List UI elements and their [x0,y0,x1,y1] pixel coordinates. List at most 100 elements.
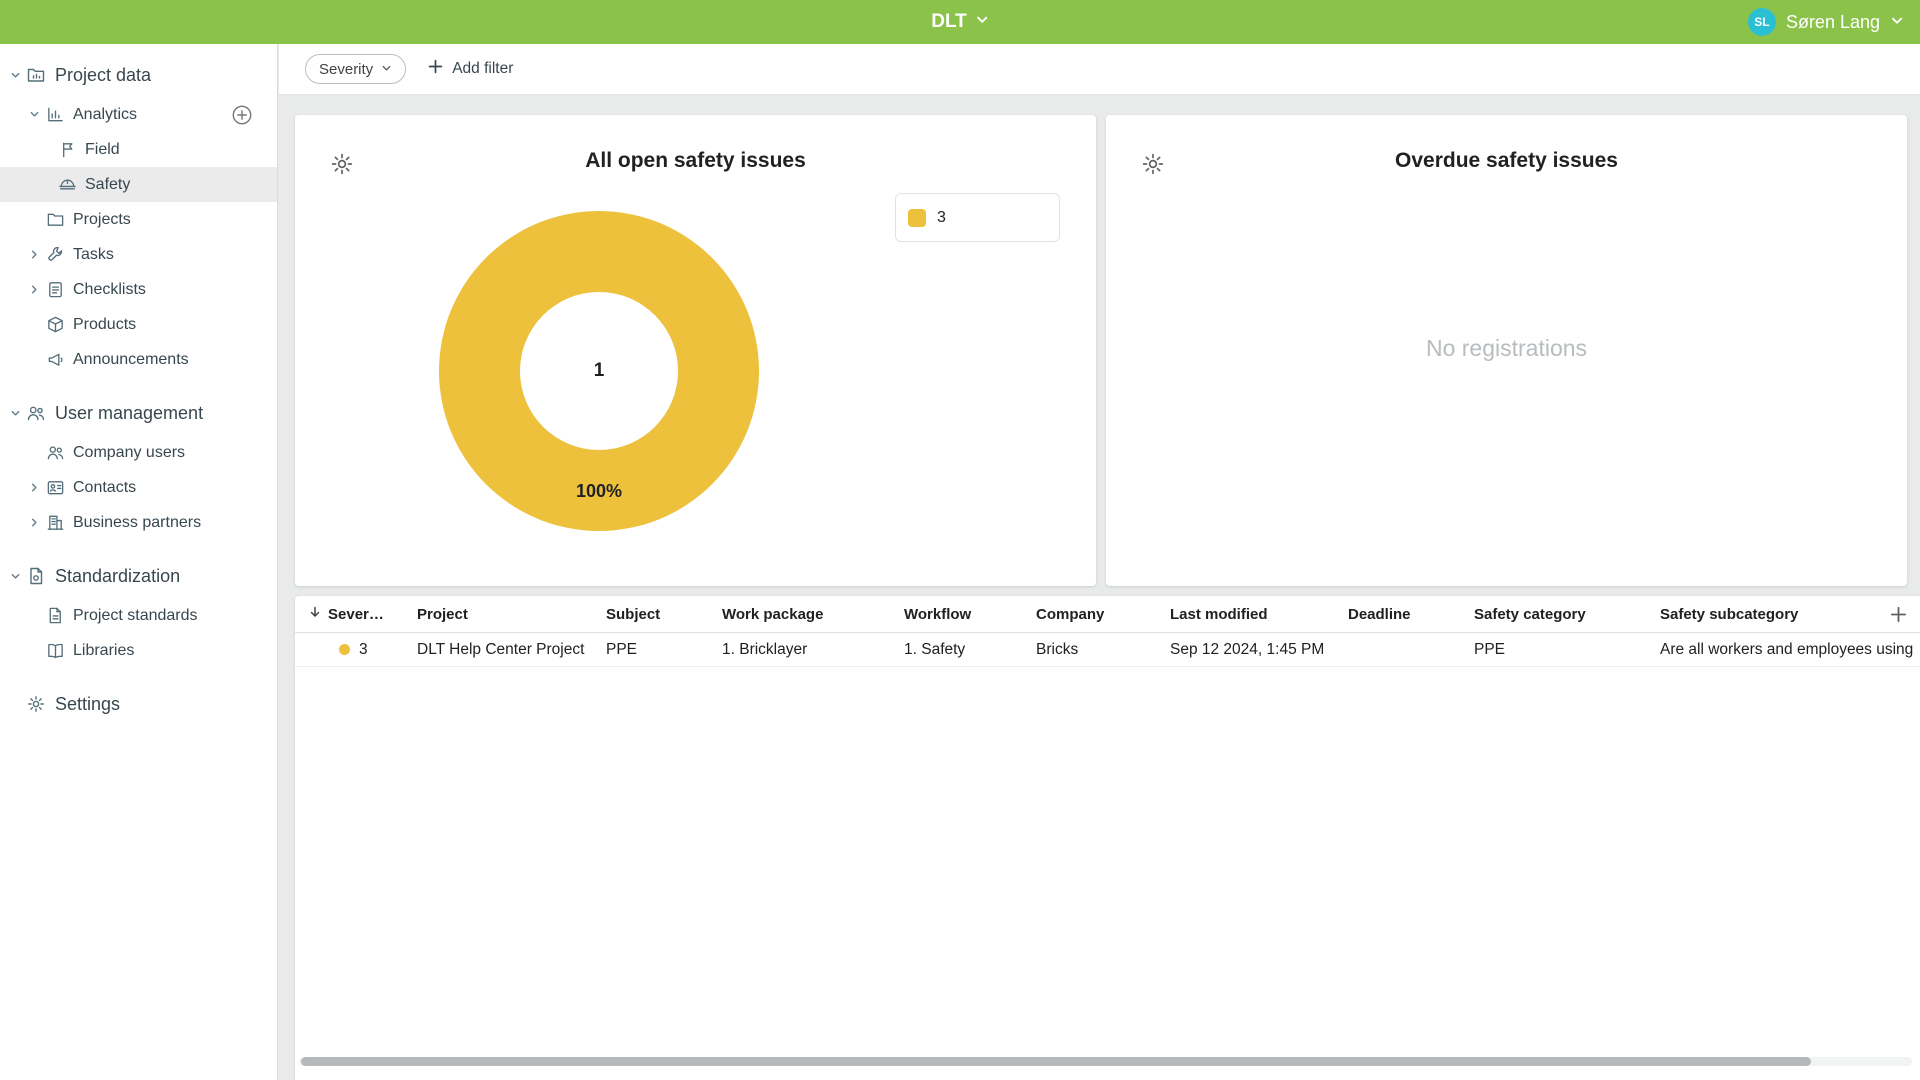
sidebar-item-label: Tasks [73,246,114,264]
cell-subject: PPE [606,641,722,659]
legend-swatch [908,209,926,227]
sidebar-item-project-standards[interactable]: Project standards [0,598,277,633]
table-row[interactable]: 3 DLT Help Center Project PPE 1. Brickla… [295,633,1920,667]
chevron-down-icon [975,11,989,33]
gear-icon[interactable] [1140,151,1166,177]
sort-desc-icon [308,605,322,623]
sidebar-item-label: Field [85,141,120,159]
col-header-project[interactable]: Project [417,606,606,623]
sidebar-item-label: Business partners [73,514,201,532]
chart-legend-item[interactable]: 3 [895,193,1060,242]
dashboard-cards: All open safety issues 3 1 100% Overdue … [279,95,1920,586]
avatar: SL [1748,8,1776,36]
users-icon [46,443,65,462]
add-column-button[interactable] [1876,606,1920,623]
chevron-right-icon [28,482,41,493]
megaphone-icon [46,350,65,369]
sidebar-section-label: Standardization [55,566,180,587]
sidebar-item-business-partners[interactable]: Business partners [0,505,277,540]
sidebar-item-settings[interactable]: Settings [0,682,277,726]
sidebar-item-tasks[interactable]: Tasks [0,237,277,272]
sidebar-item-label: Contacts [73,479,136,497]
horizontal-scrollbar-thumb[interactable] [301,1057,1811,1066]
cell-severity: 3 [295,641,417,659]
sidebar-item-label: Company users [73,444,185,462]
severity-dot [339,644,350,655]
chevron-down-icon [381,61,392,78]
sidebar-item-contacts[interactable]: Contacts [0,470,277,505]
severity-filter-label: Severity [319,61,373,78]
col-header-subject[interactable]: Subject [606,606,722,623]
cell-workflow: 1. Safety [904,641,1036,659]
sidebar-item-analytics[interactable]: Analytics [0,97,277,132]
cell-work-package: 1. Bricklayer [722,641,904,659]
add-filter-button[interactable]: Add filter [428,59,513,79]
col-header-last-modified[interactable]: Last modified [1170,606,1348,623]
legend-value: 3 [937,209,946,227]
building-icon [46,513,65,532]
sidebar-section-user-management[interactable]: User management [0,391,277,435]
sidebar-section-project-data[interactable]: Project data [0,53,277,97]
add-dashboard-button[interactable] [231,104,253,126]
box-icon [46,315,65,334]
book-icon [46,641,65,660]
safety-helmet-icon [58,175,77,194]
table-header-row: Sever… Project Subject Work package Work… [295,596,1920,633]
sidebar-item-label: Settings [55,694,120,715]
sidebar-section-standardization[interactable]: Standardization [0,554,277,598]
analytics-chart-icon [46,105,65,124]
col-header-deadline[interactable]: Deadline [1348,606,1474,623]
donut-center-value: 1 [520,292,678,450]
checklist-icon [46,280,65,299]
sidebar-item-label: Checklists [73,281,146,299]
sidebar-item-projects[interactable]: Projects [0,202,277,237]
cell-company: Bricks [1036,641,1170,659]
user-menu[interactable]: SL Søren Lang [1748,0,1904,44]
document-gear-icon [26,566,46,586]
cell-safety-subcategory: Are all workers and employees using [1660,641,1920,659]
wrench-icon [46,245,65,264]
sidebar-item-label: Products [73,316,136,334]
col-header-severity[interactable]: Sever… [295,605,417,623]
sidebar-item-field[interactable]: Field [0,132,277,167]
col-header-safety-subcategory[interactable]: Safety subcategory [1660,606,1876,623]
col-header-safety-category[interactable]: Safety category [1474,606,1660,623]
horizontal-scrollbar-track[interactable] [299,1057,1912,1066]
plus-icon [428,59,443,79]
gear-icon [26,694,46,714]
user-name: Søren Lang [1786,12,1880,33]
chevron-down-icon [28,109,41,120]
gear-icon[interactable] [329,151,355,177]
col-header-work-package[interactable]: Work package [722,606,904,623]
sidebar-section-label: User management [55,403,203,424]
chevron-down-icon [9,571,21,582]
col-header-company[interactable]: Company [1036,606,1170,623]
col-header-workflow[interactable]: Workflow [904,606,1036,623]
main-content: Severity Add filter All open safety issu… [279,44,1920,1080]
topbar: DLT SL Søren Lang [0,0,1920,44]
severity-filter-chip[interactable]: Severity [305,54,406,84]
sidebar-item-safety[interactable]: Safety [0,167,277,202]
contact-card-icon [46,478,65,497]
donut-percent-label: 100% [576,481,622,502]
sidebar-item-label: Projects [73,211,131,229]
sidebar-item-company-users[interactable]: Company users [0,435,277,470]
donut-segment-severity-3[interactable]: 1 100% [439,211,759,531]
sidebar: Project data Analytics Field Safety Proj… [0,44,278,1080]
document-icon [46,606,65,625]
card-all-open-safety-issues: All open safety issues 3 1 100% [295,115,1096,586]
sidebar-item-libraries[interactable]: Libraries [0,633,277,668]
chevron-right-icon [28,517,41,528]
sidebar-item-label: Analytics [73,106,137,124]
folder-icon [46,210,65,229]
safety-issues-table: Sever… Project Subject Work package Work… [295,596,1920,1080]
card-title: All open safety issues [295,149,1096,173]
sidebar-item-announcements[interactable]: Announcements [0,342,277,377]
sidebar-item-checklists[interactable]: Checklists [0,272,277,307]
app-switcher[interactable]: DLT [931,0,989,44]
chevron-right-icon [28,249,41,260]
sidebar-item-label: Libraries [73,642,134,660]
sidebar-section-label: Project data [55,65,151,86]
sidebar-item-products[interactable]: Products [0,307,277,342]
sidebar-item-label: Project standards [73,607,198,625]
